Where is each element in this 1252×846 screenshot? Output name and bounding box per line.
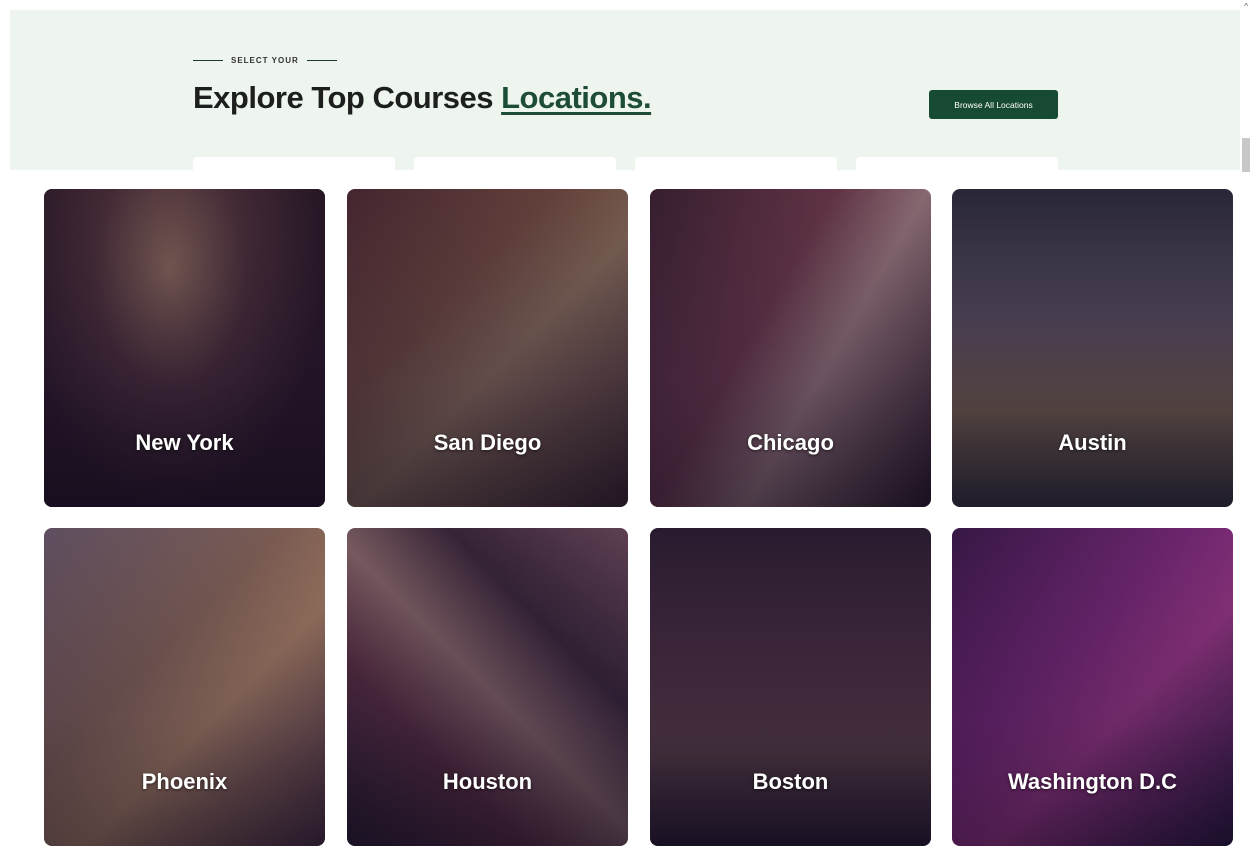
location-label: Boston <box>752 769 829 794</box>
tab-placeholder-4 <box>856 157 1058 173</box>
location-card-phoenix[interactable]: Phoenix <box>44 528 325 846</box>
location-label: Washington D.C <box>1007 769 1178 794</box>
eyebrow-text: SELECT YOUR <box>231 56 299 65</box>
location-card-san-diego[interactable]: San Diego <box>347 189 628 507</box>
hero-section: SELECT YOUR Explore Top Courses Location… <box>10 10 1240 173</box>
section-eyebrow: SELECT YOUR <box>193 56 337 65</box>
tab-placeholder-3 <box>635 157 837 173</box>
scrollbar-thumb[interactable] <box>1242 138 1250 172</box>
tab-placeholder-1 <box>193 157 395 173</box>
location-label: Phoenix <box>141 769 228 794</box>
title-accent-link[interactable]: Locations. <box>501 80 652 115</box>
tab-placeholder-2 <box>414 157 616 173</box>
eyebrow-line-right <box>306 60 337 61</box>
location-card-austin[interactable]: Austin <box>952 189 1233 507</box>
location-label: Austin <box>1058 430 1127 455</box>
location-card-boston[interactable]: Boston <box>650 528 931 846</box>
location-label: Chicago <box>747 430 834 455</box>
location-label: San Diego <box>433 430 542 455</box>
page-title: Explore Top Courses Locations. <box>193 80 652 116</box>
top-strip <box>0 0 1252 10</box>
location-card-houston[interactable]: Houston <box>347 528 628 846</box>
location-card-chicago[interactable]: Chicago <box>650 189 931 507</box>
location-card-washington-dc[interactable]: Washington D.C <box>952 528 1233 846</box>
eyebrow-line-left <box>193 60 223 61</box>
scroll-up-arrow-icon[interactable]: ^ <box>1244 2 1248 11</box>
location-label: Houston <box>442 769 533 794</box>
location-label: New York <box>135 430 234 455</box>
location-card-new-york[interactable]: New York <box>44 189 325 507</box>
title-main: Explore Top Courses <box>193 80 502 115</box>
browse-all-locations-button[interactable]: Browse All Locations <box>929 90 1058 119</box>
